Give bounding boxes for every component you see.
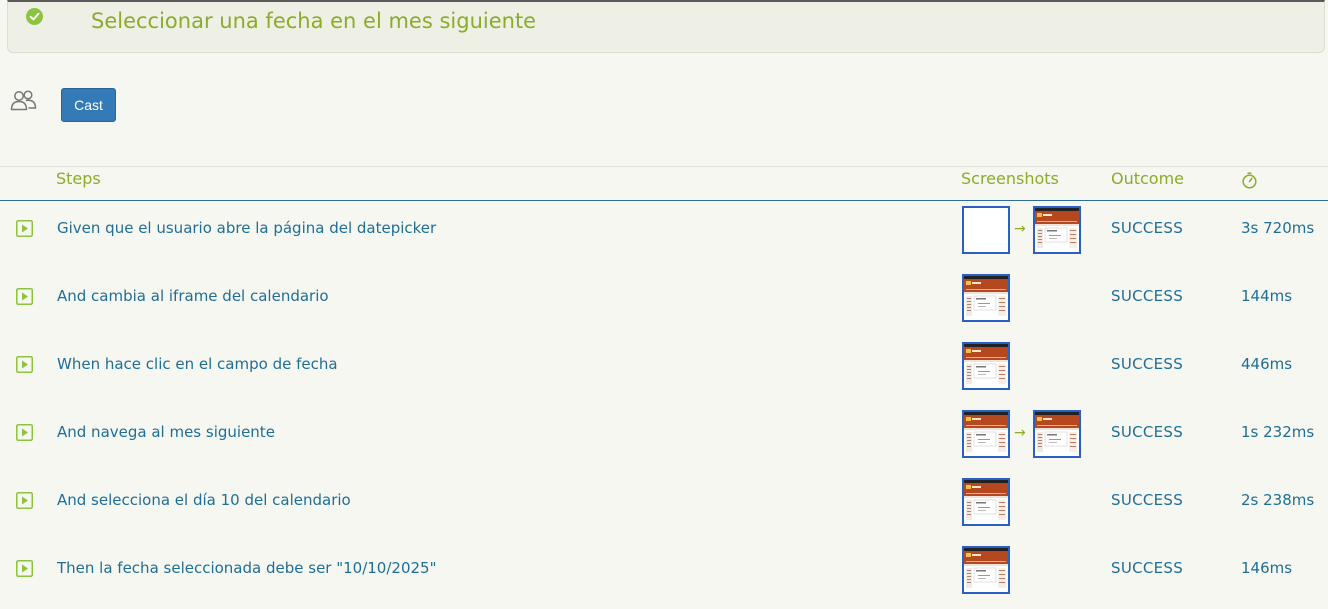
screenshot-thumbnail[interactable] xyxy=(1033,410,1081,458)
outcome-status: SUCCESS xyxy=(1111,559,1184,577)
arrow-right-icon: → xyxy=(1014,221,1026,237)
screenshot-thumbnail[interactable] xyxy=(962,410,1010,458)
users-icon xyxy=(10,90,37,111)
screenshot-thumbnail[interactable] xyxy=(962,342,1010,390)
step-duration: 144ms xyxy=(1241,287,1293,305)
screenshot-thumbnail[interactable] xyxy=(1033,206,1081,254)
play-icon[interactable] xyxy=(16,356,33,373)
step-description[interactable]: Given que el usuario abre la página del … xyxy=(57,219,436,237)
steps-header[interactable]: Steps xyxy=(56,169,101,188)
table-row: And cambia al iframe del calendario SUCCE… xyxy=(0,269,1328,337)
step-description[interactable]: And selecciona el día 10 del calendario xyxy=(57,491,351,509)
step-duration: 3s 720ms xyxy=(1241,219,1315,237)
step-description[interactable]: Then la fecha seleccionada debe ser "10/… xyxy=(57,559,436,577)
play-icon[interactable] xyxy=(16,424,33,441)
arrow-right-icon: → xyxy=(1014,425,1026,441)
outcome-status: SUCCESS xyxy=(1111,287,1184,305)
step-duration: 1s 232ms xyxy=(1241,423,1315,441)
scenario-title-bar: Seleccionar una fecha en el mes siguient… xyxy=(7,0,1325,53)
outcome-status: SUCCESS xyxy=(1111,219,1184,237)
step-duration: 2s 238ms xyxy=(1241,491,1315,509)
outcome-status: SUCCESS xyxy=(1111,491,1184,509)
table-row: And navega al mes siguiente → SUCCESS 1s 23… xyxy=(0,405,1328,473)
step-description[interactable]: When hace clic en el campo de fecha xyxy=(57,355,338,373)
outcome-header[interactable]: Outcome xyxy=(1111,169,1184,188)
play-icon[interactable] xyxy=(16,220,33,237)
screenshot-thumbnail[interactable] xyxy=(962,274,1010,322)
screenshot-thumbnail[interactable] xyxy=(962,478,1010,526)
play-icon[interactable] xyxy=(16,492,33,509)
screenshots-header[interactable]: Screenshots xyxy=(961,169,1059,188)
table-row: When hace clic en el campo de fecha SUCCE… xyxy=(0,337,1328,405)
steps-table-header: Steps Screenshots Outcome xyxy=(0,166,1328,201)
screenshot-thumbnail[interactable] xyxy=(962,546,1010,594)
table-row: Given que el usuario abre la página del … xyxy=(0,201,1328,269)
table-row: And selecciona el día 10 del calendario S… xyxy=(0,473,1328,541)
scenario-title: Seleccionar una fecha en el mes siguient… xyxy=(91,9,537,33)
stopwatch-icon[interactable] xyxy=(1241,172,1258,189)
table-row: Then la fecha seleccionada debe ser "10/… xyxy=(0,541,1328,609)
outcome-status: SUCCESS xyxy=(1111,355,1184,373)
step-duration: 146ms xyxy=(1241,559,1293,577)
cast-button[interactable]: Cast xyxy=(61,88,116,122)
outcome-status: SUCCESS xyxy=(1111,423,1184,441)
play-icon[interactable] xyxy=(16,288,33,305)
step-duration: 446ms xyxy=(1241,355,1293,373)
step-description[interactable]: And cambia al iframe del calendario xyxy=(57,287,329,305)
step-description[interactable]: And navega al mes siguiente xyxy=(57,423,275,441)
screenshot-thumbnail[interactable] xyxy=(962,206,1010,254)
check-circle-icon xyxy=(26,8,43,25)
play-icon[interactable] xyxy=(16,560,33,577)
